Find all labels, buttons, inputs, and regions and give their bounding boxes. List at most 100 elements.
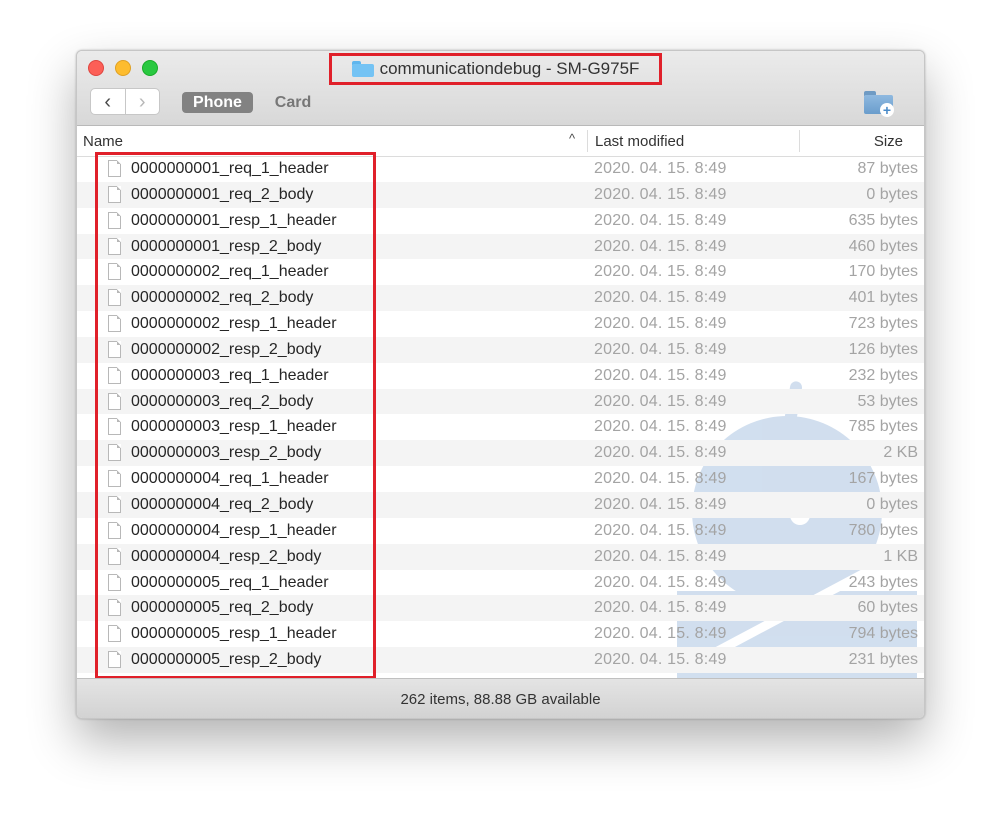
file-name: 0000000004_req_1_header [131, 470, 329, 488]
file-icon [108, 160, 121, 177]
file-icon [108, 521, 121, 539]
list-item[interactable]: 0000000005_req_2_body 2020. 04. 15. 8:49 6… [77, 595, 924, 622]
file-modified: 2020. 04. 15. 8:49 [594, 340, 727, 358]
file-size: 87 bytes [857, 160, 918, 177]
file-name: 0000000002_req_1_header [131, 263, 329, 281]
file-size: 126 bytes [848, 340, 918, 358]
list-item[interactable]: 0000000004_req_2_body 2020. 04. 15. 8:49 0… [77, 491, 924, 518]
file-icon [108, 470, 121, 488]
file-modified: 2020. 04. 15. 8:49 [594, 599, 727, 617]
file-name: 0000000002_resp_1_header [131, 315, 337, 333]
file-icon [108, 211, 121, 229]
file-name: 0000000005_req_2_body [131, 599, 314, 617]
column-last-modified[interactable]: Last modified [595, 133, 684, 150]
close-window-button[interactable] [88, 60, 104, 76]
file-modified: 2020. 04. 15. 8:49 [594, 495, 727, 513]
list-item[interactable]: 0000000002_req_1_header 2020. 04. 15. 8:4… [77, 259, 924, 285]
navigation-buttons: ‹ › [90, 88, 160, 115]
file-icon [108, 392, 121, 410]
file-name: 0000000001_req_2_body [131, 185, 314, 203]
file-size: 232 bytes [848, 366, 918, 384]
tab-phone[interactable]: Phone [182, 92, 253, 113]
file-size: 635 bytes [848, 211, 918, 229]
list-item[interactable]: 0000000001_req_1_header 2020. 04. 15. 8:4… [77, 156, 924, 182]
file-name: 0000000003_req_1_header [131, 366, 329, 384]
list-item[interactable]: 0000000005_resp_1_header 2020. 04. 15. 8:… [77, 621, 924, 647]
file-size: 401 bytes [848, 289, 918, 307]
file-icon [108, 599, 121, 617]
file-icon [108, 263, 121, 281]
list-item[interactable]: 0000000005_resp_2_body 2020. 04. 15. 8:49… [77, 647, 924, 673]
file-modified: 2020. 04. 15. 8:49 [594, 651, 727, 669]
file-size: 53 bytes [857, 392, 918, 410]
list-item[interactable]: 0000000004_req_1_header 2020. 04. 15. 8:4… [77, 466, 924, 492]
file-name: 0000000001_req_1_header [131, 160, 329, 177]
file-name: 0000000005_req_1_header [131, 573, 329, 591]
file-modified: 2020. 04. 15. 8:49 [594, 625, 727, 643]
file-icon [108, 340, 121, 358]
file-modified: 2020. 04. 15. 8:49 [594, 315, 727, 333]
file-modified: 2020. 04. 15. 8:49 [594, 366, 727, 384]
file-size: 780 bytes [848, 521, 918, 539]
column-header: Name ^ Last modified Size [77, 126, 924, 157]
file-modified: 2020. 04. 15. 8:49 [594, 418, 727, 436]
list-item[interactable]: 0000000003_resp_1_header 2020. 04. 15. 8:… [77, 414, 924, 440]
window-title: communicationdebug - SM-G975F [379, 59, 640, 78]
file-icon [108, 237, 121, 255]
file-size: 167 bytes [848, 470, 918, 488]
column-name[interactable]: Name [83, 133, 123, 150]
list-item[interactable]: 0000000005_req_1_header 2020. 04. 15. 8:4… [77, 570, 924, 596]
list-item[interactable]: 0000000004_resp_1_header 2020. 04. 15. 8:… [77, 518, 924, 544]
file-size: 460 bytes [848, 237, 918, 255]
list-item[interactable]: 0000000002_resp_2_body 2020. 04. 15. 8:49… [77, 336, 924, 363]
file-modified: 2020. 04. 15. 8:49 [594, 211, 727, 229]
sort-ascending-icon[interactable]: ^ [569, 131, 575, 146]
file-size: 60 bytes [857, 599, 918, 617]
file-icon [108, 289, 121, 307]
tab-card[interactable]: Card [263, 92, 323, 113]
file-modified: 2020. 04. 15. 8:49 [594, 521, 727, 539]
file-icon [108, 366, 121, 384]
list-item[interactable]: 0000000001_resp_2_body 2020. 04. 15. 8:49… [77, 233, 924, 260]
file-icon [108, 444, 121, 462]
file-size: 723 bytes [848, 315, 918, 333]
list-item[interactable]: 0000000002_req_2_body 2020. 04. 15. 8:49 4… [77, 285, 924, 312]
file-modified: 2020. 04. 15. 8:49 [594, 444, 727, 462]
status-bar: 262 items, 88.88 GB available [77, 678, 924, 718]
file-modified: 2020. 04. 15. 8:49 [594, 263, 727, 281]
titlebar: communicationdebug - SM-G975F ‹ › Phone … [77, 51, 924, 126]
file-size: 243 bytes [848, 573, 918, 591]
forward-button[interactable]: › [126, 89, 160, 114]
file-name: 0000000003_resp_2_body [131, 444, 322, 462]
file-name: 0000000002_resp_2_body [131, 340, 322, 358]
minimize-window-button[interactable] [115, 60, 131, 76]
column-divider[interactable] [587, 130, 588, 152]
file-name: 0000000002_req_2_body [131, 289, 314, 307]
file-size: 231 bytes [848, 651, 918, 669]
column-divider[interactable] [799, 130, 800, 152]
file-name: 0000000001_resp_2_body [131, 237, 322, 255]
window-title-highlight: communicationdebug - SM-G975F [329, 53, 662, 85]
file-icon [108, 418, 121, 436]
list-item[interactable]: 0000000004_resp_2_body 2020. 04. 15. 8:49… [77, 543, 924, 570]
list-item[interactable]: 0000000001_req_2_body 2020. 04. 15. 8:49 0… [77, 181, 924, 208]
file-name: 0000000005_resp_1_header [131, 625, 337, 643]
column-size[interactable]: Size [874, 133, 903, 150]
list-item[interactable]: 0000000002_resp_1_header 2020. 04. 15. 8:… [77, 311, 924, 337]
file-size: 1 KB [883, 547, 918, 565]
file-size: 2 KB [883, 444, 918, 462]
file-name: 0000000004_resp_1_header [131, 521, 337, 539]
list-item[interactable]: 0000000003_req_1_header 2020. 04. 15. 8:4… [77, 363, 924, 389]
file-modified: 2020. 04. 15. 8:49 [594, 392, 727, 410]
file-modified: 2020. 04. 15. 8:49 [594, 470, 727, 488]
folder-icon [351, 61, 374, 77]
new-folder-icon[interactable]: + [863, 89, 895, 117]
file-modified: 2020. 04. 15. 8:49 [594, 289, 727, 307]
back-button[interactable]: ‹ [91, 89, 126, 114]
list-item[interactable]: 0000000003_resp_2_body 2020. 04. 15. 8:49… [77, 440, 924, 467]
file-icon [108, 495, 121, 513]
list-item[interactable]: 0000000003_req_2_body 2020. 04. 15. 8:49 5… [77, 388, 924, 415]
file-size: 0 bytes [866, 495, 918, 513]
list-item[interactable]: 0000000001_resp_1_header 2020. 04. 15. 8:… [77, 208, 924, 234]
zoom-window-button[interactable] [142, 60, 158, 76]
